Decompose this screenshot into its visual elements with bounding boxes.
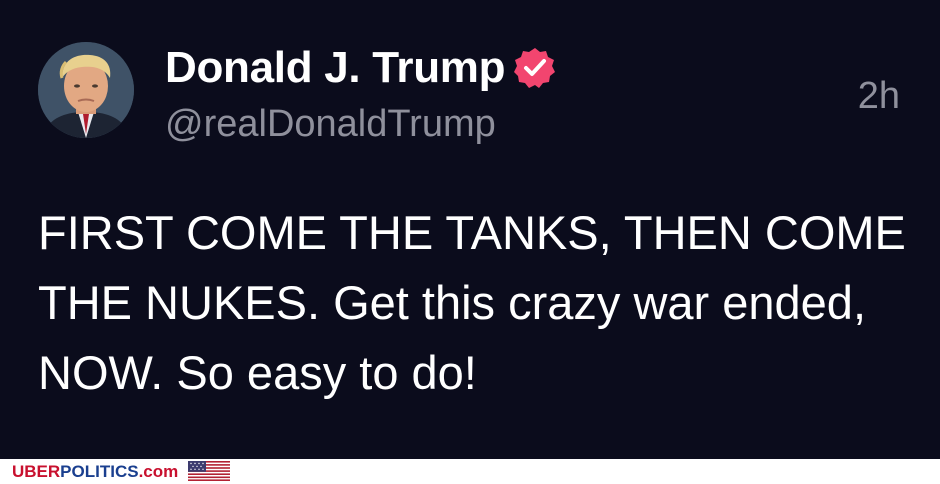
post-timestamp[interactable]: 2h [858,74,900,118]
brand-part-3: .com [138,462,179,481]
brand-watermark: UBERPOLITICS.com [12,462,178,482]
post-card: Donald J. Trump @realDonaldTrump 2h FIRS… [0,0,940,459]
watermark-footer: UBERPOLITICS.com [0,459,940,484]
post-body: FIRST COME THE TANKS, THEN COME THE NUKE… [38,206,906,399]
verified-badge-icon [513,46,557,90]
avatar-image [38,42,134,138]
user-handle[interactable]: @realDonaldTrump [165,100,496,148]
name-row: Donald J. Trump [165,42,557,94]
display-name[interactable]: Donald J. Trump [165,42,506,94]
brand-part-2: POLITICS [60,462,139,481]
us-flag-icon [188,461,230,481]
brand-part-1: UBER [12,462,61,481]
avatar[interactable] [38,42,134,138]
